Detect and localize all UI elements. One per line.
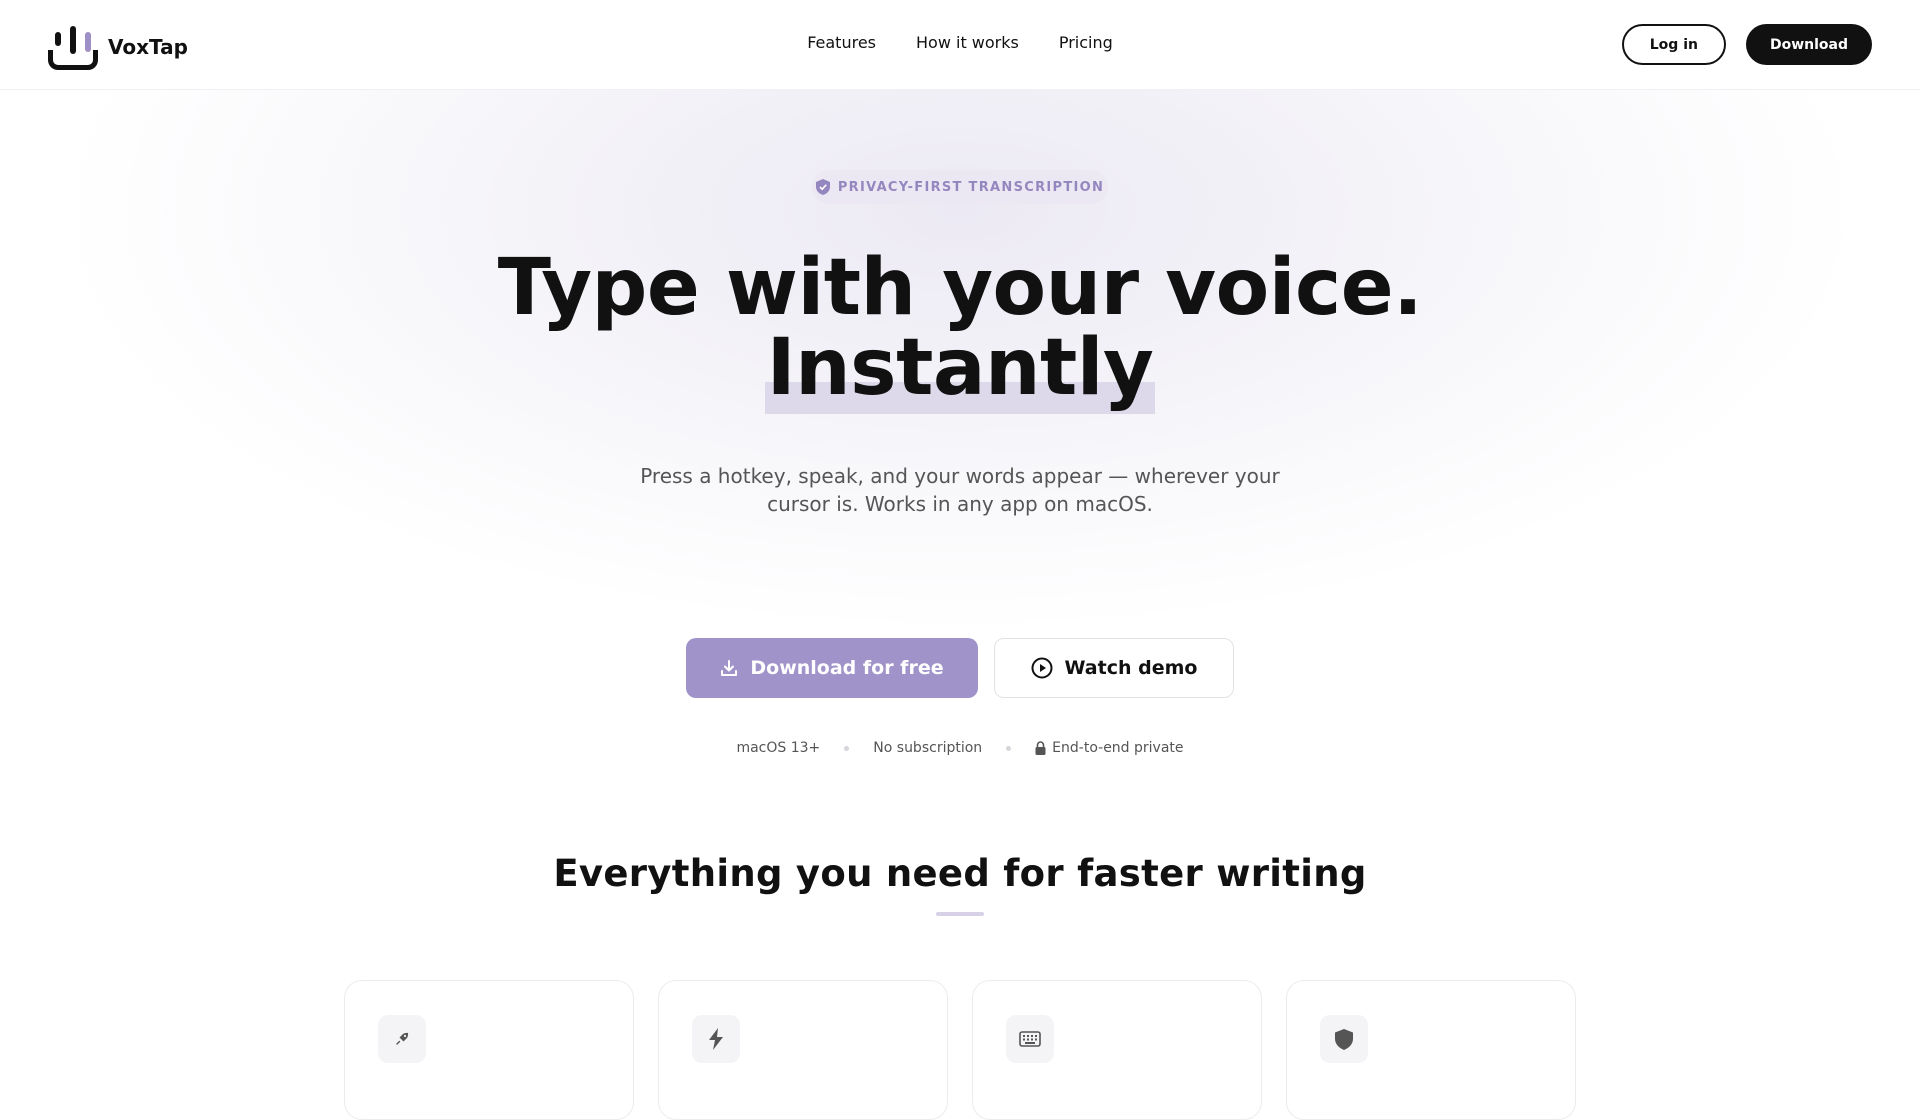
voxtap-logo-icon [48, 24, 98, 70]
feature-card [344, 980, 634, 1120]
shield-icon [1335, 1028, 1353, 1050]
download-free-label: Download for free [750, 657, 944, 679]
features-title-rule [936, 912, 984, 916]
shield-check-icon [815, 179, 830, 195]
meta-subscription: No subscription [873, 740, 983, 756]
rocket-icon [396, 1032, 409, 1045]
keyboard-icon [1019, 1031, 1041, 1047]
feature-card [658, 980, 948, 1120]
headline-line-1: Type with your voice. [497, 243, 1423, 333]
header-download-button[interactable]: Download [1745, 24, 1872, 65]
download-free-button[interactable]: Download for free [686, 638, 978, 698]
nav-how-it-works[interactable]: How it works [916, 33, 1019, 52]
headline-line-2-text: Instantly [766, 323, 1154, 413]
site-header: VoxTap Features How it works Pricing Log… [0, 0, 1920, 90]
play-circle-icon [1031, 657, 1053, 679]
watch-demo-button[interactable]: Watch demo [994, 638, 1234, 698]
download-icon [721, 660, 738, 676]
headline-line-2: Instantly [764, 328, 1156, 414]
lock-icon [1035, 741, 1046, 755]
hero-section: PRIVACY-FIRST TRANSCRIPTION Type with yo… [0, 90, 1920, 1120]
header-actions: Log in Download [1621, 24, 1872, 65]
meta-separator [844, 745, 850, 751]
meta-privacy-label: End-to-end private [1052, 740, 1184, 756]
watch-demo-label: Watch demo [1064, 657, 1198, 679]
badge-label: PRIVACY-FIRST TRANSCRIPTION [837, 179, 1105, 195]
cta-row: Download for free Watch demo [0, 638, 1920, 698]
privacy-badge: PRIVACY-FIRST TRANSCRIPTION [812, 170, 1108, 204]
nav-features[interactable]: Features [807, 33, 876, 52]
lightning-icon [709, 1028, 723, 1050]
meta-os: macOS 13+ [736, 740, 821, 756]
brand-link[interactable]: VoxTap [48, 24, 188, 70]
platform-meta: macOS 13+ No subscription End-to-end pri… [0, 740, 1920, 756]
feature-card [972, 980, 1262, 1120]
brand-name: VoxTap [108, 35, 188, 59]
meta-privacy: End-to-end private [1035, 740, 1184, 756]
meta-separator [1006, 745, 1012, 751]
hero-headline: Type with your voice. Instantly [0, 248, 1920, 414]
feature-card [1286, 980, 1576, 1120]
login-button[interactable]: Log in [1621, 24, 1726, 65]
nav-pricing[interactable]: Pricing [1059, 33, 1113, 52]
feature-cards [344, 980, 1576, 1120]
hero-subtitle: Press a hotkey, speak, and your words ap… [640, 464, 1280, 516]
features-title: Everything you need for faster writing [553, 852, 1367, 895]
